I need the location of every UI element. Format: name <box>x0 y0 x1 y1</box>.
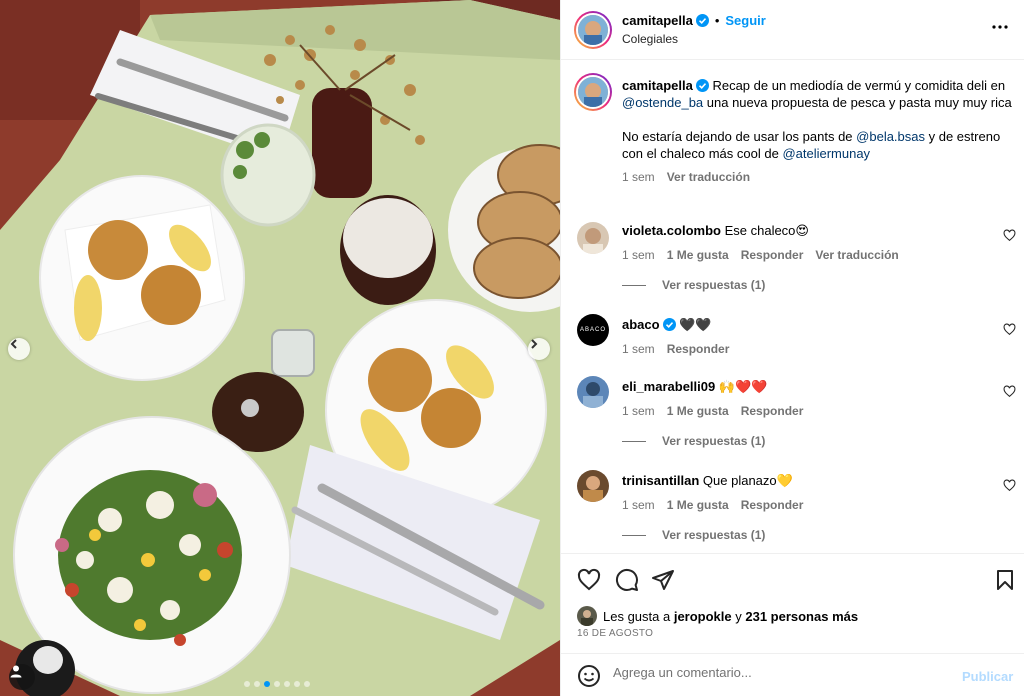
post-details-panel: camitapella • Seguir Colegiales camitape… <box>560 0 1024 696</box>
comment-text: Que planazo💛 <box>702 473 793 488</box>
likes-summary: Les gusta a jeropokle y 231 personas más <box>577 606 858 626</box>
carousel-dot <box>244 681 250 687</box>
likes-prefix: Les gusta a <box>603 608 674 624</box>
view-replies-button[interactable]: Ver respuestas (1) <box>622 434 765 448</box>
carousel-dot <box>264 681 270 687</box>
caption-text: Recap de un mediodía de vermú y comidita… <box>712 78 1006 93</box>
post-header: camitapella • Seguir Colegiales <box>561 0 1024 60</box>
caption-text: No estaría dejando de usar los pants de <box>622 129 857 144</box>
comment-time: 1 sem <box>622 248 655 262</box>
carousel-dot <box>294 681 300 687</box>
comment-likes[interactable]: 1 Me gusta <box>667 403 729 420</box>
carousel-dot <box>274 681 280 687</box>
comment-username[interactable]: trinisantillan <box>622 473 699 488</box>
commenter-avatar[interactable] <box>577 376 609 408</box>
view-replies-button[interactable]: Ver respuestas (1) <box>622 528 765 542</box>
liker-username[interactable]: jeropokle <box>674 609 732 624</box>
comment-username[interactable]: abaco <box>622 317 660 332</box>
commenter-avatar[interactable] <box>577 222 609 254</box>
carousel-dot <box>254 681 260 687</box>
food-photo-illustration <box>0 0 560 696</box>
publish-button[interactable]: Publicar <box>962 669 1013 684</box>
comment-input[interactable] <box>613 665 933 680</box>
post-caption: camitapella Recap de un mediodía de verm… <box>622 77 1012 186</box>
like-comment-heart-icon[interactable] <box>1003 479 1016 492</box>
author-avatar[interactable] <box>574 11 612 49</box>
reply-button[interactable]: Responder <box>741 403 804 420</box>
share-paper-plane-icon[interactable] <box>651 568 675 592</box>
like-heart-icon[interactable] <box>577 568 601 592</box>
verified-badge-icon <box>695 14 709 27</box>
like-comment-heart-icon[interactable] <box>1003 229 1016 242</box>
previous-slide-button[interactable] <box>8 338 30 360</box>
mention-link[interactable]: @ostende_ba <box>622 95 703 110</box>
comment: trinisantillan Que planazo💛 1 sem 1 Me g… <box>622 472 1002 514</box>
save-bookmark-icon[interactable] <box>993 568 1017 592</box>
view-replies-button[interactable]: Ver respuestas (1) <box>622 278 765 292</box>
chevron-right-icon <box>531 339 538 349</box>
mention-link[interactable]: @ateliermunay <box>782 146 870 161</box>
emoji-smiley-icon[interactable] <box>577 664 601 688</box>
comment-likes[interactable]: 1 Me gusta <box>667 497 729 514</box>
mention-link[interactable]: @bela.bsas <box>856 129 925 144</box>
separator-dot: • <box>714 13 720 28</box>
liker-avatar[interactable] <box>577 606 597 626</box>
reply-button[interactable]: Responder <box>741 247 804 264</box>
author-username[interactable]: camitapella <box>622 13 693 28</box>
reply-button[interactable]: Responder <box>667 341 730 358</box>
view-replies-label: Ver respuestas (1) <box>662 528 766 542</box>
follow-button[interactable]: Seguir <box>725 13 765 28</box>
tagged-users-button[interactable] <box>9 664 35 690</box>
caption-author-avatar[interactable] <box>574 73 612 111</box>
caption-text: una nueva propuesta de pesca y pasta muy… <box>703 95 1012 110</box>
comment-text: 🖤🖤 <box>679 317 712 332</box>
comment-time: 1 sem <box>622 404 655 418</box>
comment-likes[interactable]: 1 Me gusta <box>667 247 729 264</box>
comment-composer: Publicar <box>561 653 1024 696</box>
more-options-icon[interactable] <box>991 18 1009 36</box>
comment: abaco 🖤🖤 1 sem Responder <box>622 316 1002 358</box>
next-slide-button[interactable] <box>528 338 550 360</box>
comment: violeta.colombo Ese chaleco😍 1 sem 1 Me … <box>622 222 1002 264</box>
user-icon <box>10 665 22 678</box>
caption-username[interactable]: camitapella <box>622 78 693 93</box>
abaco-logo-text: ABACO <box>579 327 606 333</box>
comment-bubble-icon[interactable] <box>615 568 639 592</box>
translate-link[interactable]: Ver traducción <box>667 169 750 186</box>
likes-middle: y <box>731 608 746 624</box>
comment-text: 🙌❤️❤️ <box>718 379 768 394</box>
like-comment-heart-icon[interactable] <box>1003 323 1016 336</box>
verified-badge-icon <box>662 318 676 331</box>
view-replies-label: Ver respuestas (1) <box>662 434 766 448</box>
comment-username[interactable]: violeta.colombo <box>622 223 721 238</box>
chevron-left-icon <box>10 339 17 349</box>
comment: eli_marabelli09 🙌❤️❤️ 1 sem 1 Me gusta R… <box>622 378 1002 420</box>
post-location[interactable]: Colegiales <box>622 32 678 46</box>
caption-time: 1 sem <box>622 170 655 184</box>
likes-count[interactable]: 231 personas más <box>745 609 858 624</box>
verified-badge-icon <box>695 79 709 92</box>
translate-link[interactable]: Ver traducción <box>815 247 898 264</box>
reply-button[interactable]: Responder <box>741 497 804 514</box>
comment-time: 1 sem <box>622 498 655 512</box>
commenter-avatar[interactable] <box>577 470 609 502</box>
commenter-avatar[interactable]: ABACO <box>577 314 609 346</box>
post-action-bar <box>561 553 1024 603</box>
like-comment-heart-icon[interactable] <box>1003 385 1016 398</box>
comment-time: 1 sem <box>622 342 655 356</box>
carousel-dot <box>304 681 310 687</box>
view-replies-label: Ver respuestas (1) <box>662 278 766 292</box>
carousel-indicator <box>244 681 310 687</box>
comment-text: Ese chaleco😍 <box>724 223 809 238</box>
carousel-dot <box>284 681 290 687</box>
post-photo[interactable] <box>0 0 560 696</box>
post-date[interactable]: 16 DE AGOSTO <box>577 628 653 639</box>
comment-username[interactable]: eli_marabelli09 <box>622 379 715 394</box>
